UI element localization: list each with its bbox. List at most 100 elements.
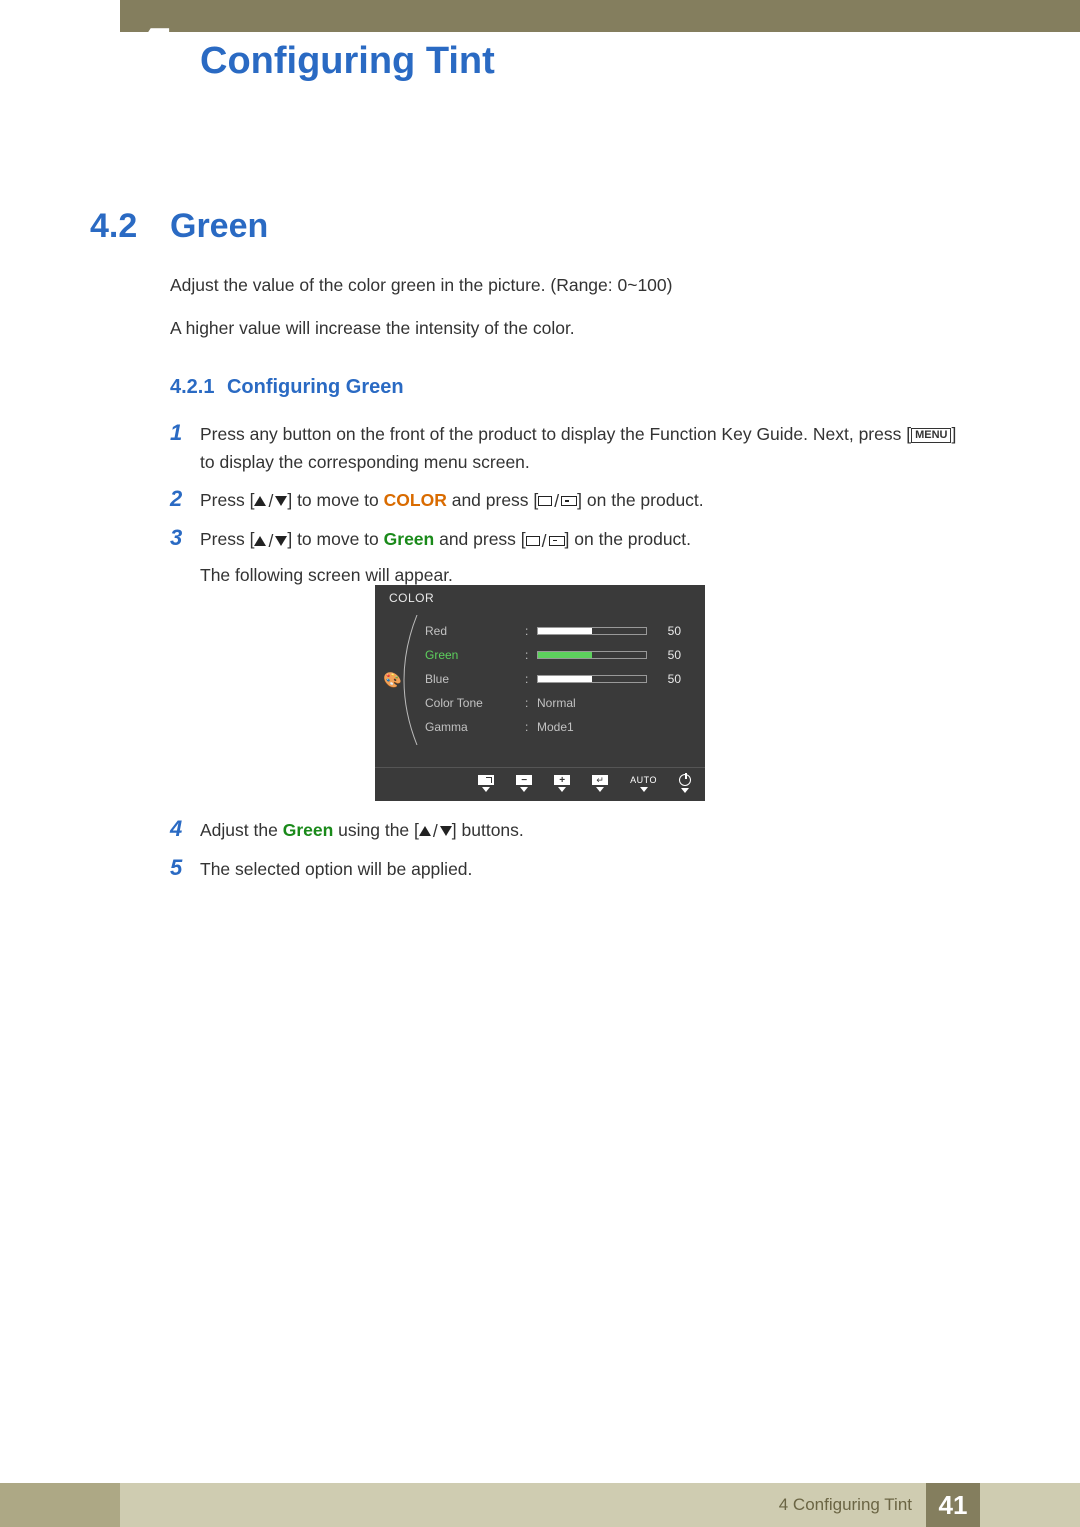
triangle-down-icon [558, 787, 566, 792]
highlight-green: Green [384, 529, 435, 549]
source-icon [526, 536, 540, 546]
up-down-icons: / [254, 487, 287, 515]
up-down-icons: / [254, 527, 287, 555]
source-enter-icons: / [538, 487, 577, 515]
step-4: 4 Adjust the Green using the [/] buttons… [170, 816, 970, 845]
text-fragment: ] on the product. [577, 490, 703, 510]
osd-colon: : [525, 720, 537, 734]
osd-footer-icon: − [516, 775, 532, 792]
step-3: 3 Press [/] to move to Green and press [… [170, 525, 970, 588]
step-text: Adjust the Green using the [/] buttons. [200, 816, 524, 845]
highlight-green: Green [283, 820, 334, 840]
section-number: 4.2 [90, 207, 137, 246]
osd-value: 50 [647, 624, 681, 638]
triangle-down-icon [681, 788, 689, 793]
osd-row-blue: Blue : 50 [425, 667, 693, 691]
osd-value: 50 [647, 648, 681, 662]
up-down-icons: / [419, 817, 452, 845]
text-fragment: using the [ [333, 820, 419, 840]
triangle-down-icon [596, 787, 604, 792]
step-number: 4 [170, 816, 200, 842]
text-fragment: and press [ [447, 490, 538, 510]
triangle-down-icon [640, 787, 648, 792]
triangle-down-icon [275, 496, 287, 506]
text-fragment: ] to move to [287, 529, 383, 549]
highlight-color: COLOR [384, 490, 447, 510]
osd-colon: : [525, 696, 537, 710]
osd-value-text: Normal [537, 696, 576, 710]
step-number: 1 [170, 420, 200, 446]
triangle-up-icon [254, 536, 266, 546]
osd-footer-icon: AUTO [630, 775, 657, 792]
text-fragment: Adjust the [200, 820, 283, 840]
footer-page-number: 41 [926, 1483, 980, 1527]
palette-icon: 🎨 [383, 671, 402, 689]
intro-paragraph-2: A higher value will increase the intensi… [170, 318, 575, 339]
subsection-number: 4.2.1 [170, 376, 214, 398]
minus-icon: − [516, 775, 532, 785]
enter-icon [549, 536, 565, 546]
text-fragment: Press [ [200, 490, 254, 510]
osd-footer-icon: ↵ [592, 775, 608, 792]
enter-icon: ↵ [592, 775, 608, 785]
osd-title: COLOR [375, 585, 705, 615]
osd-footer-icon: + [554, 775, 570, 792]
step-text: Press [/] to move to Green and press [/]… [200, 525, 691, 588]
osd-body: 🎨 Red : 50 Green : 50 Blue : 50 Color To… [375, 615, 705, 767]
step-number: 3 [170, 525, 200, 551]
plus-icon: + [554, 775, 570, 785]
osd-label-active: Green [425, 648, 525, 662]
osd-footer-icon [679, 774, 691, 793]
footer-chapter-label: 4 Configuring Tint [779, 1495, 912, 1515]
text-fragment: ] on the product. [565, 529, 691, 549]
osd-footer-icon [478, 775, 494, 792]
step-1: 1 Press any button on the front of the p… [170, 420, 970, 476]
step-text: Press [/] to move to COLOR and press [/]… [200, 486, 704, 515]
triangle-up-icon [254, 496, 266, 506]
footer-left-block [0, 1483, 120, 1527]
osd-colon: : [525, 648, 537, 662]
osd-label: Color Tone [425, 696, 525, 710]
osd-slider [537, 651, 647, 659]
osd-colon: : [525, 624, 537, 638]
return-icon [478, 775, 494, 785]
osd-footer-icons: − + ↵ AUTO [375, 767, 705, 801]
osd-slider [537, 627, 647, 635]
header-left-block [0, 0, 120, 32]
osd-label: Gamma [425, 720, 525, 734]
osd-label: Blue [425, 672, 525, 686]
step-number: 2 [170, 486, 200, 512]
enter-icon [561, 496, 577, 506]
step-number: 5 [170, 855, 200, 881]
osd-slider [537, 675, 647, 683]
step-text: Press any button on the front of the pro… [200, 420, 970, 476]
osd-label: Red [425, 624, 525, 638]
text-fragment: ] to move to [287, 490, 383, 510]
osd-row-red: Red : 50 [425, 619, 693, 643]
power-icon [679, 774, 691, 786]
footer-bar: 4 Configuring Tint 41 [0, 1483, 1080, 1527]
osd-row-green: Green : 50 [425, 643, 693, 667]
osd-row-gamma: Gamma : Mode1 [425, 715, 693, 739]
triangle-down-icon [275, 536, 287, 546]
osd-row-colortone: Color Tone : Normal [425, 691, 693, 715]
text-fragment: Press [ [200, 529, 254, 549]
triangle-down-icon [440, 826, 452, 836]
section-title: Green [170, 207, 268, 246]
text-fragment: and press [ [434, 529, 525, 549]
page-title: Configuring Tint [200, 40, 495, 83]
osd-colon: : [525, 672, 537, 686]
menu-badge: MENU [911, 428, 951, 443]
osd-menu: COLOR 🎨 Red : 50 Green : 50 Blue : 50 Co… [375, 585, 705, 801]
auto-label: AUTO [630, 775, 657, 785]
subsection-heading: 4.2.1 Configuring Green [170, 376, 404, 399]
intro-paragraph-1: Adjust the value of the color green in t… [170, 275, 672, 296]
subsection-title: Configuring Green [227, 376, 404, 398]
triangle-down-icon [520, 787, 528, 792]
source-icon [538, 496, 552, 506]
step-2: 2 Press [/] to move to COLOR and press [… [170, 486, 970, 515]
steps-list-continued: 4 Adjust the Green using the [/] buttons… [170, 816, 970, 893]
step-text: The selected option will be applied. [200, 855, 472, 883]
step-5: 5 The selected option will be applied. [170, 855, 970, 883]
steps-list: 1 Press any button on the front of the p… [170, 420, 970, 599]
